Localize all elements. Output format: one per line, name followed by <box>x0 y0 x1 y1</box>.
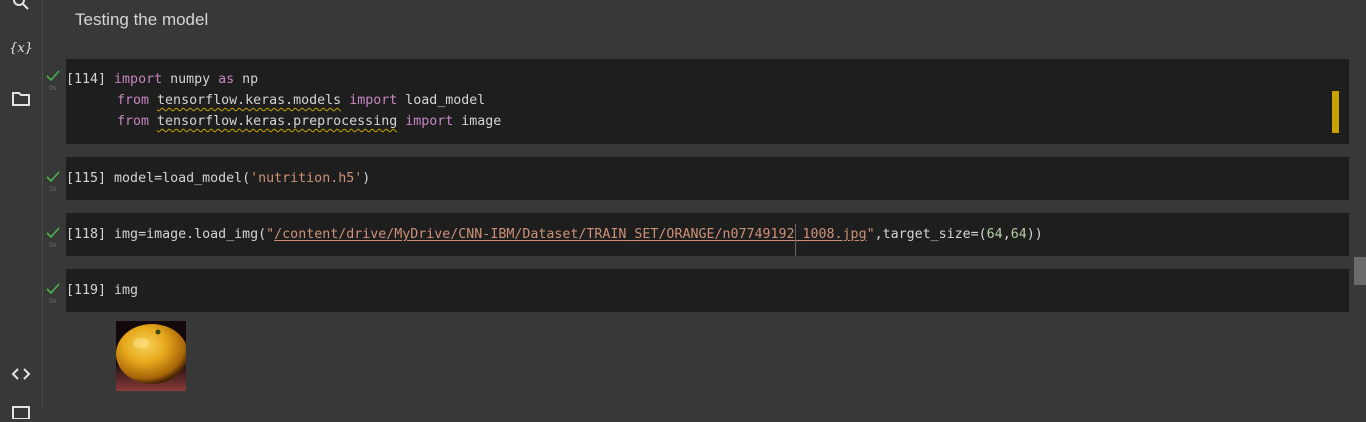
execution-count: [118] <box>66 227 107 242</box>
code-text: img <box>114 283 139 298</box>
terminal-icon[interactable] <box>11 402 31 422</box>
code-snippets-icon[interactable] <box>11 364 31 384</box>
execution-time: 0s <box>49 85 57 92</box>
left-sidebar: {x} <box>0 0 43 419</box>
search-icon[interactable] <box>11 0 31 12</box>
code-text: load_model <box>397 93 486 108</box>
folder-icon[interactable] <box>11 89 31 109</box>
execution-time: 1s <box>49 186 57 193</box>
keyword: import <box>349 93 398 108</box>
number-literal: 64 <box>1010 227 1027 242</box>
string-literal: " <box>266 227 275 242</box>
code-line: [119] img <box>66 280 138 301</box>
check-icon <box>46 227 60 239</box>
section-heading: Testing the model <box>75 10 209 29</box>
string-literal: 'nutrition.h5' <box>250 171 363 186</box>
code-line: [114] import numpy as np <box>66 69 258 90</box>
check-icon <box>46 283 60 295</box>
code-text: ) <box>362 171 371 186</box>
execution-time: 0s <box>49 242 57 249</box>
variables-icon[interactable]: {x} <box>9 38 33 58</box>
execution-count: [115] <box>66 171 107 186</box>
code-line: from tensorflow.keras.preprocessing impo… <box>117 111 501 132</box>
keyword: from <box>117 114 150 129</box>
code-text: model=load_model( <box>114 171 251 186</box>
execution-count: [119] <box>66 283 107 298</box>
keyword: from <box>117 93 150 108</box>
orange-image <box>116 321 186 391</box>
code-line: [118] img=image.load_img("/content/drive… <box>66 224 1043 245</box>
code-cell[interactable]: [114] import numpy as np from tensorflow… <box>66 59 1349 144</box>
scrollbar-thumb[interactable] <box>1354 257 1366 285</box>
string-literal: " <box>866 227 875 242</box>
code-line: from tensorflow.keras.models import load… <box>117 90 485 111</box>
file-path-link[interactable]: /content/drive/MyDrive/CNN-IBM/Dataset/T… <box>274 227 866 242</box>
text-cursor <box>795 224 796 256</box>
code-text: , <box>1002 227 1011 242</box>
variables-icon-label: {x} <box>9 40 33 56</box>
code-text: numpy <box>162 72 219 87</box>
execution-count: [114] <box>66 72 107 87</box>
code-cell[interactable]: [115] model=load_model('nutrition.h5') <box>66 157 1349 200</box>
code-text: )) <box>1026 227 1043 242</box>
code-text: ,target_size=( <box>874 227 987 242</box>
cell-focus-indicator <box>1332 91 1339 133</box>
execution-time: 0s <box>49 298 57 305</box>
code-text: image <box>453 114 502 129</box>
module-name: tensorflow.keras.models <box>157 93 342 108</box>
number-literal: 64 <box>986 227 1003 242</box>
keyword: import <box>114 72 163 87</box>
code-text: np <box>234 72 259 87</box>
module-name: tensorflow.keras.preprocessing <box>157 114 398 129</box>
keyword: as <box>218 72 235 87</box>
code-line: [115] model=load_model('nutrition.h5') <box>66 168 370 189</box>
code-cell[interactable]: [118] img=image.load_img("/content/drive… <box>66 213 1349 256</box>
keyword: import <box>405 114 454 129</box>
check-icon <box>46 171 60 183</box>
code-cell[interactable]: [119] img <box>66 269 1349 312</box>
code-text: img=image.load_img( <box>114 227 267 242</box>
check-icon <box>46 70 60 82</box>
